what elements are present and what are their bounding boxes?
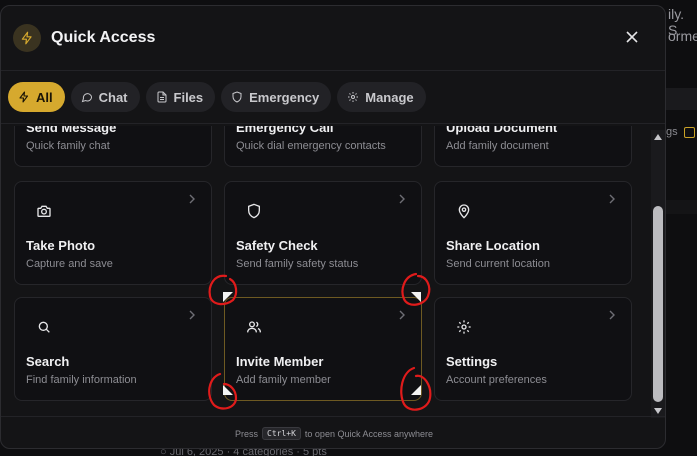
modal-footer: Press Ctrl+K to open Quick Access anywhe…	[1, 416, 665, 448]
card-subtitle: Send current location	[446, 258, 550, 270]
chat-bubble-icon	[81, 93, 92, 103]
background-label: gs	[666, 126, 678, 138]
background-bar	[666, 88, 697, 110]
camera-icon	[35, 202, 53, 220]
card-title: Search	[26, 354, 70, 369]
quick-access-modal: Quick Access All Chat Files Emergency Ma…	[0, 5, 666, 449]
chevron-right-icon	[609, 194, 615, 204]
card-subtitle: Send family safety status	[236, 258, 359, 270]
location-pin-icon	[455, 202, 473, 220]
gear-icon	[348, 92, 359, 102]
card-title: Settings	[446, 354, 498, 369]
card-subtitle: Quick dial emergency contacts	[236, 140, 386, 152]
card-subtitle: Add family member	[236, 374, 331, 386]
chevron-right-icon	[189, 194, 195, 204]
card-subtitle: Add family document	[446, 140, 549, 152]
footer-prefix: Press	[235, 428, 259, 439]
card-title: Share Location	[446, 238, 540, 253]
background-bar	[666, 200, 697, 214]
close-button[interactable]	[623, 28, 641, 46]
actions-grid: Send Message Quick family chat Emergency…	[1, 126, 651, 416]
search-icon	[35, 318, 53, 336]
tab-label: Emergency	[249, 89, 320, 105]
action-card-send-message[interactable]: Send Message Quick family chat	[14, 126, 212, 167]
action-card-search[interactable]: Search Find family information	[14, 297, 212, 401]
card-title: Send Message	[26, 126, 117, 135]
tab-files[interactable]: Files	[145, 82, 216, 112]
modal-title: Quick Access	[51, 29, 156, 46]
card-subtitle: Find family information	[26, 374, 137, 386]
tab-all[interactable]: All	[8, 82, 65, 112]
close-icon	[626, 31, 638, 43]
tab-label: Manage	[365, 89, 414, 105]
document-icon	[157, 91, 167, 103]
lightning-icon	[13, 24, 41, 52]
chevron-right-icon	[399, 194, 405, 204]
action-card-settings[interactable]: Settings Account preferences	[434, 297, 632, 401]
card-title: Emergency Call	[236, 126, 334, 135]
modal-header: Quick Access	[1, 6, 665, 71]
lightning-icon	[19, 91, 29, 103]
tab-chat[interactable]: Chat	[70, 82, 140, 112]
card-title: Safety Check	[236, 238, 318, 253]
scrollbar[interactable]	[651, 130, 665, 418]
card-title: Invite Member	[236, 354, 324, 369]
tab-label: All	[36, 89, 53, 105]
filter-tabs: All Chat Files Emergency Manage	[1, 71, 665, 124]
background-checkbox	[684, 127, 695, 138]
chevron-right-icon	[609, 310, 615, 320]
chevron-right-icon	[399, 310, 405, 320]
shield-icon	[245, 202, 263, 220]
action-card-emergency-call[interactable]: Emergency Call Quick dial emergency cont…	[224, 126, 422, 167]
action-card-invite-member[interactable]: Invite Member Add family member	[224, 297, 422, 401]
footer-suffix: to open Quick Access anywhere	[304, 428, 433, 439]
shield-icon	[232, 91, 242, 103]
scroll-down-arrow[interactable]	[654, 408, 662, 414]
tab-label: Chat	[98, 89, 128, 105]
users-icon	[245, 318, 263, 336]
tab-emergency[interactable]: Emergency	[221, 82, 332, 112]
background-text: orme	[668, 28, 697, 44]
action-card-safety-check[interactable]: Safety Check Send family safety status	[224, 181, 422, 285]
scrollbar-thumb[interactable]	[653, 206, 663, 402]
card-subtitle: Account preferences	[446, 374, 547, 386]
tab-label: Files	[173, 89, 204, 105]
card-title: Take Photo	[26, 238, 96, 253]
card-subtitle: Quick family chat	[26, 140, 110, 152]
tab-manage[interactable]: Manage	[337, 82, 426, 112]
keyboard-shortcut: Ctrl+K	[262, 427, 301, 440]
scroll-up-arrow[interactable]	[654, 134, 662, 140]
action-card-upload-document[interactable]: Upload Document Add family document	[434, 126, 632, 167]
chevron-right-icon	[189, 310, 195, 320]
action-card-share-location[interactable]: Share Location Send current location	[434, 181, 632, 285]
action-card-take-photo[interactable]: Take Photo Capture and save	[14, 181, 212, 285]
card-subtitle: Capture and save	[26, 258, 113, 270]
card-title: Upload Document	[446, 126, 558, 135]
gear-icon	[455, 318, 473, 336]
